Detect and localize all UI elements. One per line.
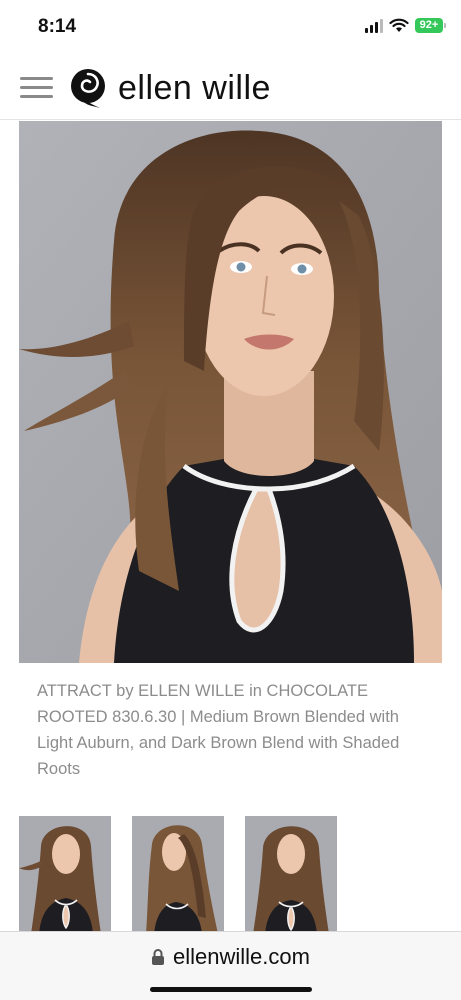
wifi-icon	[389, 18, 409, 32]
lock-icon	[152, 949, 165, 965]
menu-icon[interactable]	[20, 75, 53, 101]
url-display[interactable]: ellenwille.com	[0, 944, 461, 970]
cellular-signal-icon	[365, 18, 383, 33]
status-time: 8:14	[38, 16, 77, 37]
brand-logo[interactable]: ellen wille	[68, 64, 271, 112]
thumbnail-front[interactable]	[19, 816, 111, 934]
thumbnail-gallery	[19, 816, 337, 934]
battery-icon: 92+	[415, 18, 446, 33]
browser-address-bar: ellenwille.com	[0, 931, 461, 1000]
product-caption: ATTRACT by ELLEN WILLE in CHOCOLATE ROOT…	[37, 682, 400, 778]
home-indicator[interactable]	[150, 987, 312, 992]
thumbnail-side[interactable]	[132, 816, 224, 934]
thumbnail-front-alt[interactable]	[245, 816, 337, 934]
site-header: ellen wille	[0, 56, 461, 120]
brand-name: ellen wille	[118, 68, 271, 107]
status-bar: 8:14 92+	[0, 0, 461, 56]
model-photo	[19, 121, 442, 663]
product-hero-image[interactable]	[19, 121, 442, 663]
url-text: ellenwille.com	[173, 944, 310, 969]
logo-mark-icon	[71, 69, 105, 108]
status-indicators: 92+	[365, 18, 446, 33]
